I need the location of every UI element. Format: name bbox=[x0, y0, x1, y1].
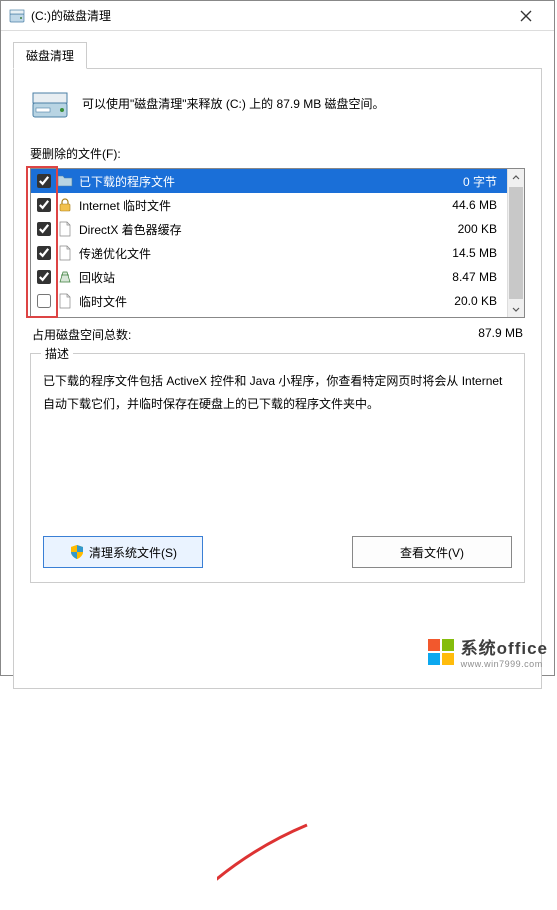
file-icon bbox=[57, 221, 73, 237]
chevron-up-icon bbox=[512, 174, 520, 182]
clean-system-files-button[interactable]: 清理系统文件(S) bbox=[43, 536, 203, 568]
drive-large-icon bbox=[30, 85, 70, 125]
file-size: 20.0 KB bbox=[454, 294, 501, 308]
close-icon bbox=[520, 10, 532, 22]
file-checkbox[interactable] bbox=[37, 270, 51, 284]
tab-strip: 磁盘清理 bbox=[13, 41, 542, 69]
file-icon bbox=[57, 293, 73, 309]
file-row[interactable]: Internet 临时文件 44.6 MB bbox=[31, 193, 507, 217]
file-checkbox[interactable] bbox=[37, 198, 51, 212]
lock-icon bbox=[57, 197, 73, 213]
tab-disk-cleanup[interactable]: 磁盘清理 bbox=[13, 42, 87, 69]
file-checkbox[interactable] bbox=[37, 294, 51, 308]
file-name: Internet 临时文件 bbox=[79, 197, 446, 214]
file-list[interactable]: 已下载的程序文件0 字节Internet 临时文件44.6 MBDirectX … bbox=[30, 168, 525, 318]
window-close-button[interactable] bbox=[506, 2, 546, 30]
tab-page: 可以使用"磁盘清理"来释放 (C:) 上的 87.9 MB 磁盘空间。 要删除的… bbox=[13, 69, 542, 689]
file-name: 已下载的程序文件 bbox=[79, 173, 457, 190]
file-checkbox[interactable] bbox=[37, 174, 51, 188]
window-title: (C:)的磁盘清理 bbox=[31, 7, 506, 24]
chevron-down-icon bbox=[512, 305, 520, 313]
files-label: 要删除的文件(F): bbox=[30, 145, 525, 162]
file-row[interactable]: 已下载的程序文件 0 字节 bbox=[31, 169, 507, 193]
file-checkbox[interactable] bbox=[37, 246, 51, 260]
file-size: 200 KB bbox=[458, 222, 501, 236]
view-files-button[interactable]: 查看文件(V) bbox=[352, 536, 512, 568]
file-name: 传递优化文件 bbox=[79, 245, 446, 262]
total-row: 占用磁盘空间总数: 87.9 MB bbox=[32, 326, 523, 343]
total-label: 占用磁盘空间总数: bbox=[32, 326, 131, 343]
titlebar[interactable]: (C:)的磁盘清理 bbox=[1, 1, 554, 31]
content-area: 磁盘清理 可以使用"磁盘清理"来释放 (C:) 上的 87.9 MB 磁盘空间。… bbox=[1, 31, 554, 689]
folder-icon bbox=[57, 173, 73, 189]
recycle-icon bbox=[57, 269, 73, 285]
description-group: 描述 已下载的程序文件包括 ActiveX 控件和 Java 小程序，你查看特定… bbox=[30, 353, 525, 583]
file-size: 14.5 MB bbox=[452, 246, 501, 260]
file-row[interactable]: DirectX 着色器缓存 200 KB bbox=[31, 217, 507, 241]
shield-icon bbox=[69, 544, 85, 560]
file-icon bbox=[57, 245, 73, 261]
file-name: DirectX 着色器缓存 bbox=[79, 221, 452, 238]
info-row: 可以使用"磁盘清理"来释放 (C:) 上的 87.9 MB 磁盘空间。 bbox=[30, 85, 525, 125]
info-text: 可以使用"磁盘清理"来释放 (C:) 上的 87.9 MB 磁盘空间。 bbox=[82, 95, 385, 114]
clean-system-files-label: 清理系统文件(S) bbox=[89, 544, 177, 561]
file-row[interactable]: 临时文件 20.0 KB bbox=[31, 289, 507, 313]
scrollbar[interactable] bbox=[507, 169, 524, 317]
file-size: 8.47 MB bbox=[452, 270, 501, 284]
description-text: 已下载的程序文件包括 ActiveX 控件和 Java 小程序，你查看特定网页时… bbox=[43, 370, 512, 416]
file-size: 44.6 MB bbox=[452, 198, 501, 212]
scrollbar-thumb[interactable] bbox=[509, 187, 523, 299]
dialog-window: (C:)的磁盘清理 磁盘清理 可以使用"磁盘清理"来释放 (C:) 上的 87.… bbox=[0, 0, 555, 676]
file-checkbox[interactable] bbox=[37, 222, 51, 236]
annotation-arrow bbox=[217, 820, 337, 910]
view-files-label: 查看文件(V) bbox=[400, 544, 464, 561]
description-legend: 描述 bbox=[41, 345, 73, 362]
scroll-up-button[interactable] bbox=[508, 169, 524, 186]
file-name: 临时文件 bbox=[79, 293, 448, 310]
scroll-down-button[interactable] bbox=[508, 300, 524, 317]
file-size: 0 字节 bbox=[463, 173, 501, 190]
disk-cleanup-icon bbox=[9, 8, 25, 24]
file-row[interactable]: 回收站 8.47 MB bbox=[31, 265, 507, 289]
file-name: 回收站 bbox=[79, 269, 446, 286]
file-row[interactable]: 传递优化文件 14.5 MB bbox=[31, 241, 507, 265]
total-value: 87.9 MB bbox=[478, 326, 523, 343]
